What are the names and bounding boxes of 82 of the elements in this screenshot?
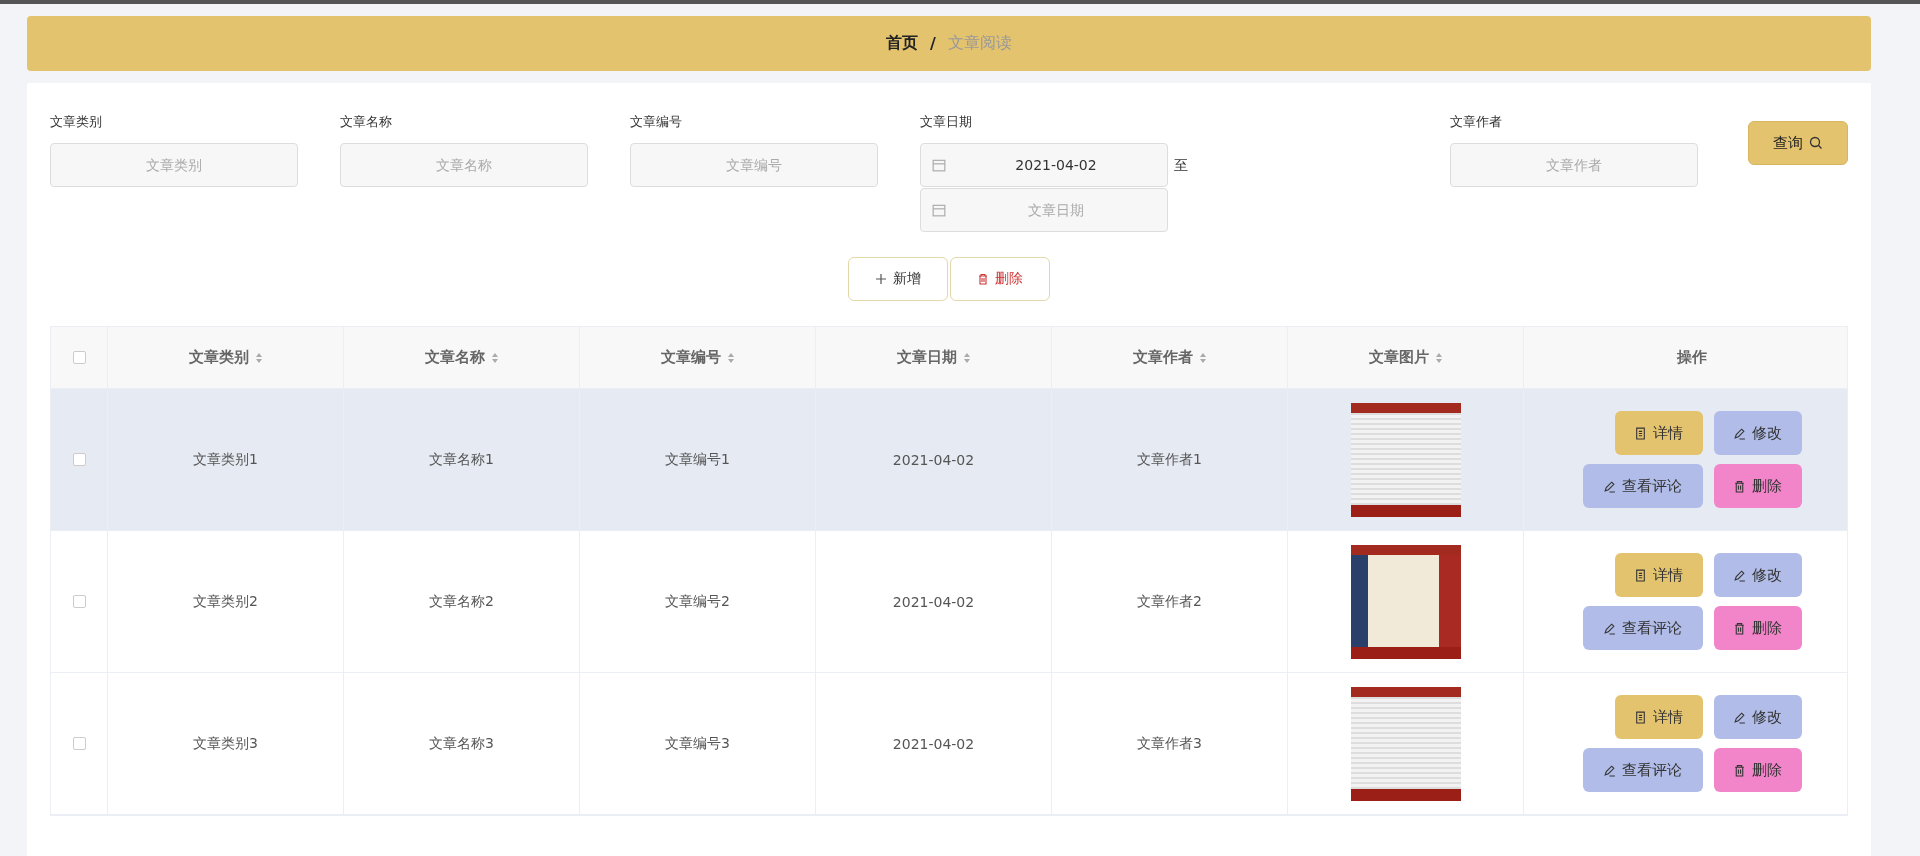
add-button[interactable]: 新增 [848,257,948,301]
sort-icon[interactable] [1434,351,1443,364]
table-cell: 文章名称3 [429,734,494,753]
sort-icon[interactable] [490,351,499,364]
comments-button[interactable]: 查看评论 [1582,464,1703,508]
sort-icon[interactable] [1198,351,1207,364]
filter-input[interactable]: 文章作者 [1450,143,1698,187]
table-cell: 2021-04-02 [892,451,975,468]
filter-label: 文章作者 [1450,113,1503,131]
column-header: 文章作者 [1132,348,1193,367]
trash-icon [1733,763,1746,777]
table-cell: 文章类别3 [193,734,258,753]
table-cell: 2021-04-02 [892,735,975,752]
table-cell: 文章作者3 [1137,734,1202,753]
detail-button[interactable]: 详情 [1614,411,1703,455]
calendar-icon [932,203,946,217]
filter-input[interactable]: 文章类别 [50,143,298,187]
document-icon [1634,568,1647,582]
sort-icon[interactable] [962,351,971,364]
table-cell: 文章编号1 [665,450,730,469]
table-cell: 文章编号2 [665,592,730,611]
edit-button[interactable]: 修改 [1713,553,1802,597]
table-cell: 文章作者1 [1137,450,1202,469]
pencil-icon [1733,568,1746,582]
column-header: 操作 [1676,348,1707,367]
calendar-icon [932,158,946,172]
comments-button[interactable]: 查看评论 [1582,606,1703,650]
table-row[interactable]: 文章类别2 文章名称2 文章编号2 2021-04-02 文章作者2 详情 修改 查看评论 删除 [51,531,1847,673]
pencil-icon [1603,621,1616,635]
column-header: 文章类别 [188,348,249,367]
table-row[interactable]: 文章类别1 文章名称1 文章编号1 2021-04-02 文章作者1 详情 修改 查看评论 删除 [51,389,1847,531]
table-cell: 文章作者2 [1137,592,1202,611]
edit-button[interactable]: 修改 [1713,695,1802,739]
pencil-icon [1733,426,1746,440]
table-cell: 文章名称2 [429,592,494,611]
filter-label: 文章名称 [340,113,393,131]
filter-label: 文章日期 [920,113,973,131]
table-cell: 文章类别2 [193,592,258,611]
column-header: 文章日期 [896,348,957,367]
breadcrumb-home-link[interactable]: 首页 [886,33,919,54]
plus-icon [875,273,887,285]
row-checkbox[interactable] [72,453,86,466]
breadcrumb-current: 文章阅读 [947,33,1012,54]
column-header: 文章名称 [424,348,485,367]
document-icon [1634,710,1647,724]
row-checkbox[interactable] [72,595,86,608]
table-cell: 文章编号3 [665,734,730,753]
select-all-checkbox[interactable] [72,351,86,364]
filter-label: 文章编号 [630,113,683,131]
range-separator: 至 [1174,156,1188,175]
filter-input[interactable]: 文章编号 [630,143,878,187]
date-field[interactable]: 文章日期 [920,188,1168,232]
delete-button[interactable]: 删除 [1713,606,1802,650]
delete-button[interactable]: 删除 [1713,464,1802,508]
delete-button[interactable]: 删除 [1713,748,1802,792]
table-cell: 文章类别1 [193,450,258,469]
pencil-icon [1603,763,1616,777]
filter-label: 文章类别 [50,113,103,131]
pencil-icon [1733,710,1746,724]
search-button[interactable]: 查询 [1748,121,1848,165]
document-icon [1634,426,1647,440]
table-row[interactable]: 文章类别3 文章名称3 文章编号3 2021-04-02 文章作者3 详情 修改 查看评论 删除 [51,673,1847,815]
pencil-icon [1603,479,1616,493]
date-field[interactable]: 2021-04-02 [920,143,1168,187]
filter-input[interactable]: 文章名称 [340,143,588,187]
trash-icon [1733,479,1746,493]
column-header: 文章编号 [660,348,721,367]
trash-icon [977,273,989,285]
column-header: 文章图片 [1368,348,1429,367]
breadcrumb-separator: / [930,34,936,53]
search-icon [1809,136,1823,150]
trash-icon [1733,621,1746,635]
edit-button[interactable]: 修改 [1713,411,1802,455]
table-cell: 文章名称1 [429,450,494,469]
detail-button[interactable]: 详情 [1614,695,1703,739]
detail-button[interactable]: 详情 [1614,553,1703,597]
sort-icon[interactable] [726,351,735,364]
row-checkbox[interactable] [72,737,86,750]
sort-icon[interactable] [254,351,263,364]
delete-button[interactable]: 删除 [950,257,1050,301]
comments-button[interactable]: 查看评论 [1582,748,1703,792]
table-cell: 2021-04-02 [892,593,975,610]
